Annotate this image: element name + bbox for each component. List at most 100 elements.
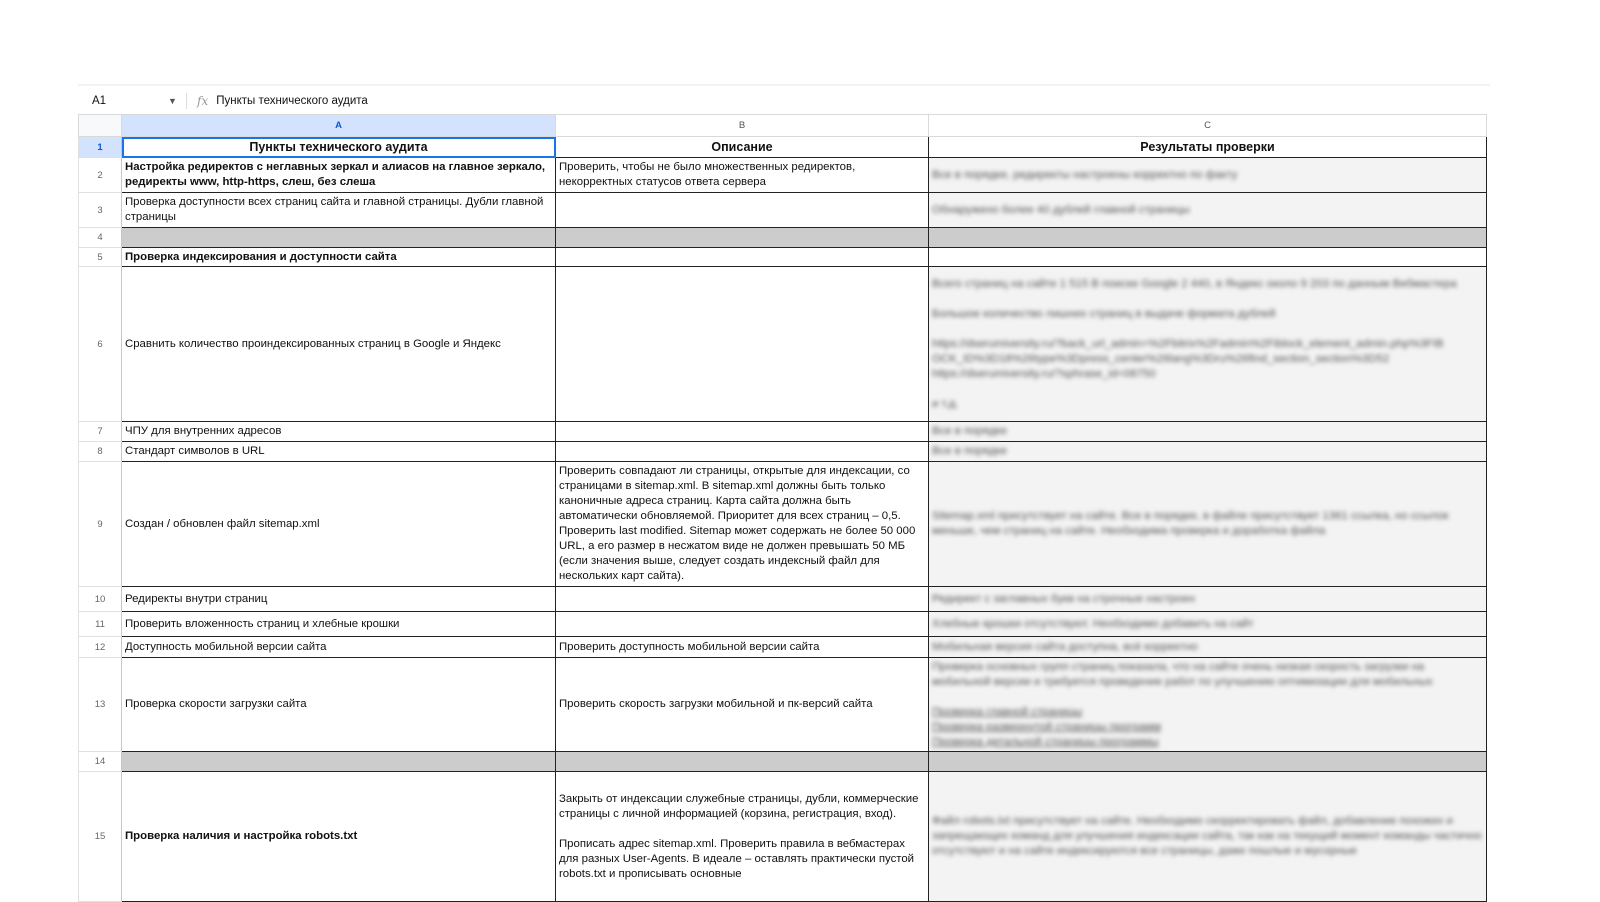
row-header[interactable]: 3 — [78, 192, 122, 228]
cell-a[interactable] — [121, 227, 556, 248]
result-text: Хлебные крошки отсутствуют. Необходимо д… — [932, 617, 1254, 630]
cell-a[interactable]: Проверка скорости загрузки сайта — [121, 657, 556, 752]
row-header[interactable]: 12 — [78, 636, 122, 658]
table-row: 10 Редиректы внутри страниц Редирект с заг… — [78, 586, 1487, 612]
table-row: 8 Стандарт символов в URL Все в порядке — [78, 441, 1487, 462]
cell-a[interactable]: Создан / обновлен файл sitemap.xml — [121, 461, 556, 587]
formula-bar: A1 ▼ fx Пункты технического аудита — [78, 90, 1490, 112]
column-header-b[interactable]: B — [555, 114, 929, 137]
cell-b[interactable] — [555, 266, 929, 422]
cell-b[interactable] — [555, 421, 929, 442]
cell-b[interactable]: Проверить скорость загрузки мобильной и … — [555, 657, 929, 752]
cell-c[interactable]: Мобильная версия сайта доступна, всё кор… — [928, 636, 1487, 658]
row-header[interactable]: 9 — [78, 461, 122, 587]
table-row: 7 ЧПУ для внутренних адресов Все в порядке — [78, 421, 1487, 442]
cell-b[interactable]: Проверить доступность мобильной версии с… — [555, 636, 929, 658]
cell-a1[interactable]: Пункты технического аудита — [121, 136, 556, 158]
column-header-c[interactable]: C — [928, 114, 1487, 137]
cell-c[interactable] — [928, 751, 1487, 772]
row-header[interactable]: 11 — [78, 611, 122, 637]
cell-b[interactable] — [555, 611, 929, 637]
table-row: 1 Пункты технического аудита Описание Ре… — [78, 136, 1487, 158]
row-header[interactable]: 1 — [78, 136, 122, 158]
table-row: 6 Сравнить количество проиндексированных … — [78, 266, 1487, 422]
cell-c[interactable]: Всего страниц на сайте 1 515 В поиске Go… — [928, 266, 1487, 422]
result-link[interactable]: Проверка главной страницы — [932, 705, 1483, 720]
cell-c[interactable]: Все в порядке — [928, 441, 1487, 462]
cell-c[interactable]: Все в порядке, редиректы настроены корре… — [928, 157, 1487, 193]
table-row: 5 Проверка индексирования и доступности с… — [78, 247, 1487, 267]
table-row: 12 Доступность мобильной версии сайта Пров… — [78, 636, 1487, 658]
result-link[interactable]: Проверка детальной страницы программы — [932, 735, 1483, 750]
result-text: Все в порядке — [932, 445, 1007, 457]
table-row: 2 Настройка редиректов с неглавных зеркал… — [78, 157, 1487, 193]
cell-b[interactable]: Проверить совпадают ли страницы, открыты… — [555, 461, 929, 587]
formula-input[interactable]: Пункты технического аудита — [216, 95, 368, 107]
spreadsheet-grid: A B C 1 Пункты технического аудита Описа… — [78, 114, 1487, 902]
divider — [186, 93, 187, 109]
table-row: 14 — [78, 751, 1487, 772]
cell-b[interactable] — [555, 247, 929, 267]
column-headers: A B C — [78, 114, 1487, 137]
table-row: 15 Проверка наличия и настройка robots.tx… — [78, 771, 1487, 902]
cell-a[interactable]: Сравнить количество проиндексированных с… — [121, 266, 556, 422]
result-text: Проверка основных групп страниц показала… — [932, 660, 1433, 688]
row-header[interactable]: 14 — [78, 751, 122, 772]
row-header[interactable]: 6 — [78, 266, 122, 422]
cell-a[interactable]: Проверка доступности всех страниц сайта … — [121, 192, 556, 228]
fx-icon: fx — [197, 94, 209, 108]
result-text: Мобильная версия сайта доступна, всё кор… — [932, 640, 1198, 653]
cell-a[interactable] — [121, 751, 556, 772]
cell-b[interactable]: Закрыть от индексации служебные страницы… — [555, 771, 929, 902]
cell-a[interactable]: Редиректы внутри страниц — [121, 586, 556, 612]
cell-b1[interactable]: Описание — [555, 136, 929, 158]
cell-b[interactable] — [555, 751, 929, 772]
toolbar-divider — [78, 84, 1490, 86]
cell-b[interactable]: Проверить, чтобы не было множественных р… — [555, 157, 929, 193]
column-header-a[interactable]: A — [121, 114, 556, 137]
row-header[interactable]: 4 — [78, 227, 122, 248]
row-header[interactable]: 5 — [78, 247, 122, 267]
table-row: 11 Проверить вложенность страниц и хлебны… — [78, 611, 1487, 637]
cell-a[interactable]: ЧПУ для внутренних адресов — [121, 421, 556, 442]
result-text: Обнаружено более 40 дублей главной стран… — [932, 203, 1190, 216]
cell-c[interactable]: Редирект с заглавных букв на строчные на… — [928, 586, 1487, 612]
cell-c[interactable] — [928, 227, 1487, 248]
result-text: Файл robots.txt присутствует на сайте. Н… — [932, 815, 1485, 857]
cell-c[interactable]: Sitemap.xml присутствует на сайте. Все в… — [928, 461, 1487, 587]
row-header[interactable]: 8 — [78, 441, 122, 462]
cell-b[interactable] — [555, 192, 929, 228]
row-header[interactable]: 2 — [78, 157, 122, 193]
select-all-corner[interactable] — [78, 114, 122, 137]
result-text: Всего страниц на сайте 1 515 В поиске Go… — [932, 277, 1457, 410]
cell-c[interactable]: Хлебные крошки отсутствуют. Необходимо д… — [928, 611, 1487, 637]
cell-c[interactable] — [928, 247, 1487, 267]
row-header[interactable]: 15 — [78, 771, 122, 902]
result-text: Sitemap.xml присутствует на сайте. Все в… — [932, 510, 1452, 537]
table-row: 13 Проверка скорости загрузки сайта Провер… — [78, 657, 1487, 752]
result-text: Все в порядке, редиректы настроены корре… — [932, 168, 1238, 181]
row-header[interactable]: 13 — [78, 657, 122, 752]
cell-a[interactable]: Проверка индексирования и доступности са… — [121, 247, 556, 267]
cell-a[interactable]: Стандарт символов в URL — [121, 441, 556, 462]
cell-a[interactable]: Доступность мобильной версии сайта — [121, 636, 556, 658]
cell-b[interactable] — [555, 441, 929, 462]
row-header[interactable]: 7 — [78, 421, 122, 442]
name-box[interactable]: A1 — [78, 95, 168, 107]
cell-a[interactable]: Проверить вложенность страниц и хлебные … — [121, 611, 556, 637]
row-header[interactable]: 10 — [78, 586, 122, 612]
cell-a[interactable]: Проверка наличия и настройка robots.txt — [121, 771, 556, 902]
result-link[interactable]: Проверка развернутой страницы программ — [932, 720, 1483, 735]
cell-c1[interactable]: Результаты проверки — [928, 136, 1487, 158]
table-row: 9 Создан / обновлен файл sitemap.xml Прове… — [78, 461, 1487, 587]
cell-c[interactable]: Обнаружено более 40 дублей главной стран… — [928, 192, 1487, 228]
chevron-down-icon[interactable]: ▼ — [168, 96, 180, 106]
cell-a[interactable]: Настройка редиректов с неглавных зеркал … — [121, 157, 556, 193]
cell-c[interactable]: Проверка основных групп страниц показала… — [928, 657, 1487, 752]
cell-b[interactable] — [555, 227, 929, 248]
table-row: 3 Проверка доступности всех страниц сайта… — [78, 192, 1487, 228]
cell-b[interactable] — [555, 586, 929, 612]
cell-c[interactable]: Файл robots.txt присутствует на сайте. Н… — [928, 771, 1487, 902]
table-row: 4 — [78, 227, 1487, 248]
cell-c[interactable]: Все в порядке — [928, 421, 1487, 442]
